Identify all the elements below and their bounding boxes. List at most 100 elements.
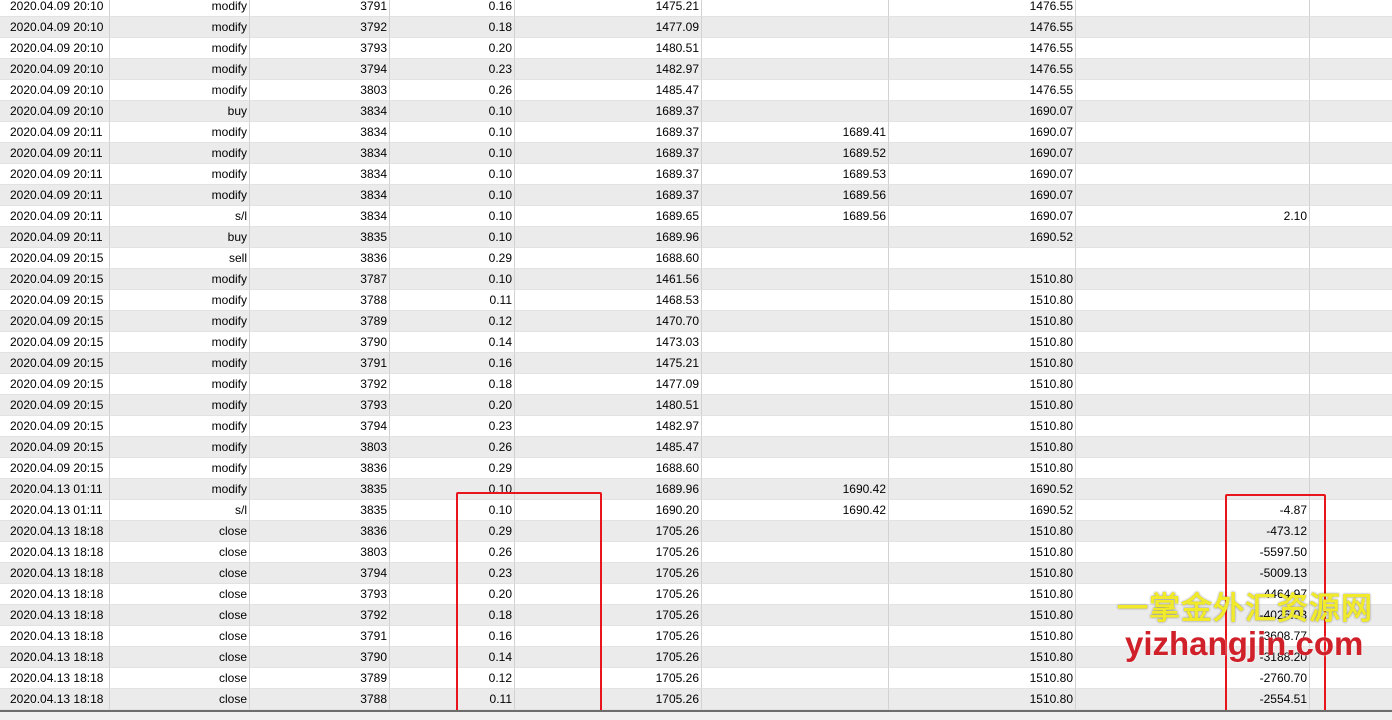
cell-tp: 1476.55 [889, 38, 1076, 59]
cell-time: 2020.04.09 20:15 [0, 290, 110, 311]
cell-order: 3803 [250, 80, 390, 101]
cell-filler [1310, 269, 1392, 290]
cell-time: 2020.04.09 20:10 [0, 38, 110, 59]
cell-time: 2020.04.09 20:11 [0, 185, 110, 206]
table-row[interactable]: 2020.04.09 20:10 modify 3792 0.18 1477.09 147… [0, 17, 1392, 38]
cell-order: 3835 [250, 479, 390, 500]
cell-type: close [110, 584, 250, 605]
cell-order: 3793 [250, 584, 390, 605]
table-row[interactable]: 2020.04.09 20:11 s/l 3834 0.10 1689.65 1689.5… [0, 206, 1392, 227]
cell-order: 3788 [250, 290, 390, 311]
table-row[interactable]: 2020.04.13 18:18 close 3836 0.29 1705.26 1510… [0, 521, 1392, 542]
table-row[interactable]: 2020.04.13 18:18 close 3794 0.23 1705.26 1510… [0, 563, 1392, 584]
cell-type: s/l [110, 206, 250, 227]
cell-filler [1310, 122, 1392, 143]
table-row[interactable]: 2020.04.13 01:11 modify 3835 0.10 1689.96 169… [0, 479, 1392, 500]
cell-tp: 1510.80 [889, 458, 1076, 479]
cell-sl: 1689.56 [702, 185, 889, 206]
table-row[interactable]: 2020.04.09 20:11 modify 3834 0.10 1689.37 168… [0, 185, 1392, 206]
cell-type: modify [110, 164, 250, 185]
cell-order: 3791 [250, 0, 390, 17]
cell-type: modify [110, 143, 250, 164]
table-row[interactable]: 2020.04.09 20:15 modify 3791 0.16 1475.21 151… [0, 353, 1392, 374]
table-row[interactable]: 2020.04.09 20:11 modify 3834 0.10 1689.37 168… [0, 122, 1392, 143]
cell-type: modify [110, 185, 250, 206]
cell-profit [1076, 479, 1310, 500]
table-row[interactable]: 2020.04.09 20:15 modify 3794 0.23 1482.97 151… [0, 416, 1392, 437]
cell-filler [1310, 353, 1392, 374]
table-row[interactable]: 2020.04.09 20:11 modify 3834 0.10 1689.37 168… [0, 164, 1392, 185]
table-row[interactable]: 2020.04.13 18:18 close 3789 0.12 1705.26 1510… [0, 668, 1392, 689]
cell-tp: 1510.80 [889, 605, 1076, 626]
cell-size: 0.26 [390, 542, 515, 563]
cell-tp: 1690.52 [889, 227, 1076, 248]
table-row[interactable]: 2020.04.09 20:15 modify 3789 0.12 1470.70 151… [0, 311, 1392, 332]
cell-profit: 2.10 [1076, 206, 1310, 227]
cell-order: 3792 [250, 17, 390, 38]
cell-size: 0.26 [390, 80, 515, 101]
cell-type: close [110, 647, 250, 668]
cell-type: close [110, 542, 250, 563]
cell-order: 3834 [250, 206, 390, 227]
cell-type: sell [110, 248, 250, 269]
cell-profit [1076, 437, 1310, 458]
cell-price: 1475.21 [515, 353, 702, 374]
cell-filler [1310, 38, 1392, 59]
cell-type: modify [110, 269, 250, 290]
cell-time: 2020.04.09 20:15 [0, 374, 110, 395]
table-row[interactable]: 2020.04.09 20:15 modify 3803 0.26 1485.47 151… [0, 437, 1392, 458]
table-row[interactable]: 2020.04.09 20:10 modify 3793 0.20 1480.51 147… [0, 38, 1392, 59]
table-row[interactable]: 2020.04.13 18:18 close 3788 0.11 1705.26 1510… [0, 689, 1392, 710]
cell-filler [1310, 479, 1392, 500]
table-row[interactable]: 2020.04.09 20:10 buy 3834 0.10 1689.37 1690.0… [0, 101, 1392, 122]
cell-size: 0.18 [390, 374, 515, 395]
table-row[interactable]: 2020.04.09 20:15 sell 3836 0.29 1688.60 [0, 248, 1392, 269]
cell-order: 3789 [250, 311, 390, 332]
table-row[interactable]: 2020.04.09 20:10 modify 3791 0.16 1475.21 147… [0, 0, 1392, 17]
cell-profit [1076, 0, 1310, 17]
table-row[interactable]: 2020.04.09 20:15 modify 3787 0.10 1461.56 151… [0, 269, 1392, 290]
cell-order: 3836 [250, 248, 390, 269]
cell-profit [1076, 59, 1310, 80]
table-row[interactable]: 2020.04.09 20:10 modify 3803 0.26 1485.47 147… [0, 80, 1392, 101]
cell-type: modify [110, 332, 250, 353]
cell-tp: 1510.80 [889, 311, 1076, 332]
cell-profit [1076, 185, 1310, 206]
table-row[interactable]: 2020.04.13 18:18 close 3803 0.26 1705.26 1510… [0, 542, 1392, 563]
cell-tp: 1510.80 [889, 290, 1076, 311]
cell-size: 0.10 [390, 227, 515, 248]
table-row[interactable]: 2020.04.09 20:15 modify 3790 0.14 1473.03 151… [0, 332, 1392, 353]
cell-size: 0.10 [390, 101, 515, 122]
cell-order: 3834 [250, 185, 390, 206]
cell-size: 0.23 [390, 563, 515, 584]
cell-sl: 1689.56 [702, 206, 889, 227]
cell-tp: 1690.07 [889, 185, 1076, 206]
table-row[interactable]: 2020.04.09 20:11 buy 3835 0.10 1689.96 1690.5… [0, 227, 1392, 248]
cell-price: 1461.56 [515, 269, 702, 290]
table-row[interactable]: 2020.04.09 20:15 modify 3836 0.29 1688.60 151… [0, 458, 1392, 479]
table-row[interactable]: 2020.04.09 20:15 modify 3792 0.18 1477.09 151… [0, 374, 1392, 395]
cell-size: 0.23 [390, 416, 515, 437]
cell-filler [1310, 311, 1392, 332]
cell-time: 2020.04.09 20:15 [0, 395, 110, 416]
cell-order: 3790 [250, 332, 390, 353]
cell-sl [702, 437, 889, 458]
table-row[interactable]: 2020.04.09 20:10 modify 3794 0.23 1482.97 147… [0, 59, 1392, 80]
table-row[interactable]: 2020.04.13 01:11 s/l 3835 0.10 1690.20 1690.4… [0, 500, 1392, 521]
cell-profit [1076, 290, 1310, 311]
cell-price: 1705.26 [515, 626, 702, 647]
table-row[interactable]: 2020.04.09 20:15 modify 3793 0.20 1480.51 151… [0, 395, 1392, 416]
cell-size: 0.20 [390, 395, 515, 416]
horizontal-scrollbar[interactable] [0, 712, 1392, 720]
cell-size: 0.11 [390, 689, 515, 710]
table-row[interactable]: 2020.04.09 20:15 modify 3788 0.11 1468.53 151… [0, 290, 1392, 311]
cell-size: 0.16 [390, 0, 515, 17]
cell-size: 0.10 [390, 269, 515, 290]
cell-price: 1705.26 [515, 605, 702, 626]
cell-price: 1689.65 [515, 206, 702, 227]
cell-sl [702, 248, 889, 269]
cell-sl [702, 542, 889, 563]
cell-profit: -473.12 [1076, 521, 1310, 542]
table-row[interactable]: 2020.04.09 20:11 modify 3834 0.10 1689.37 168… [0, 143, 1392, 164]
cell-order: 3834 [250, 164, 390, 185]
